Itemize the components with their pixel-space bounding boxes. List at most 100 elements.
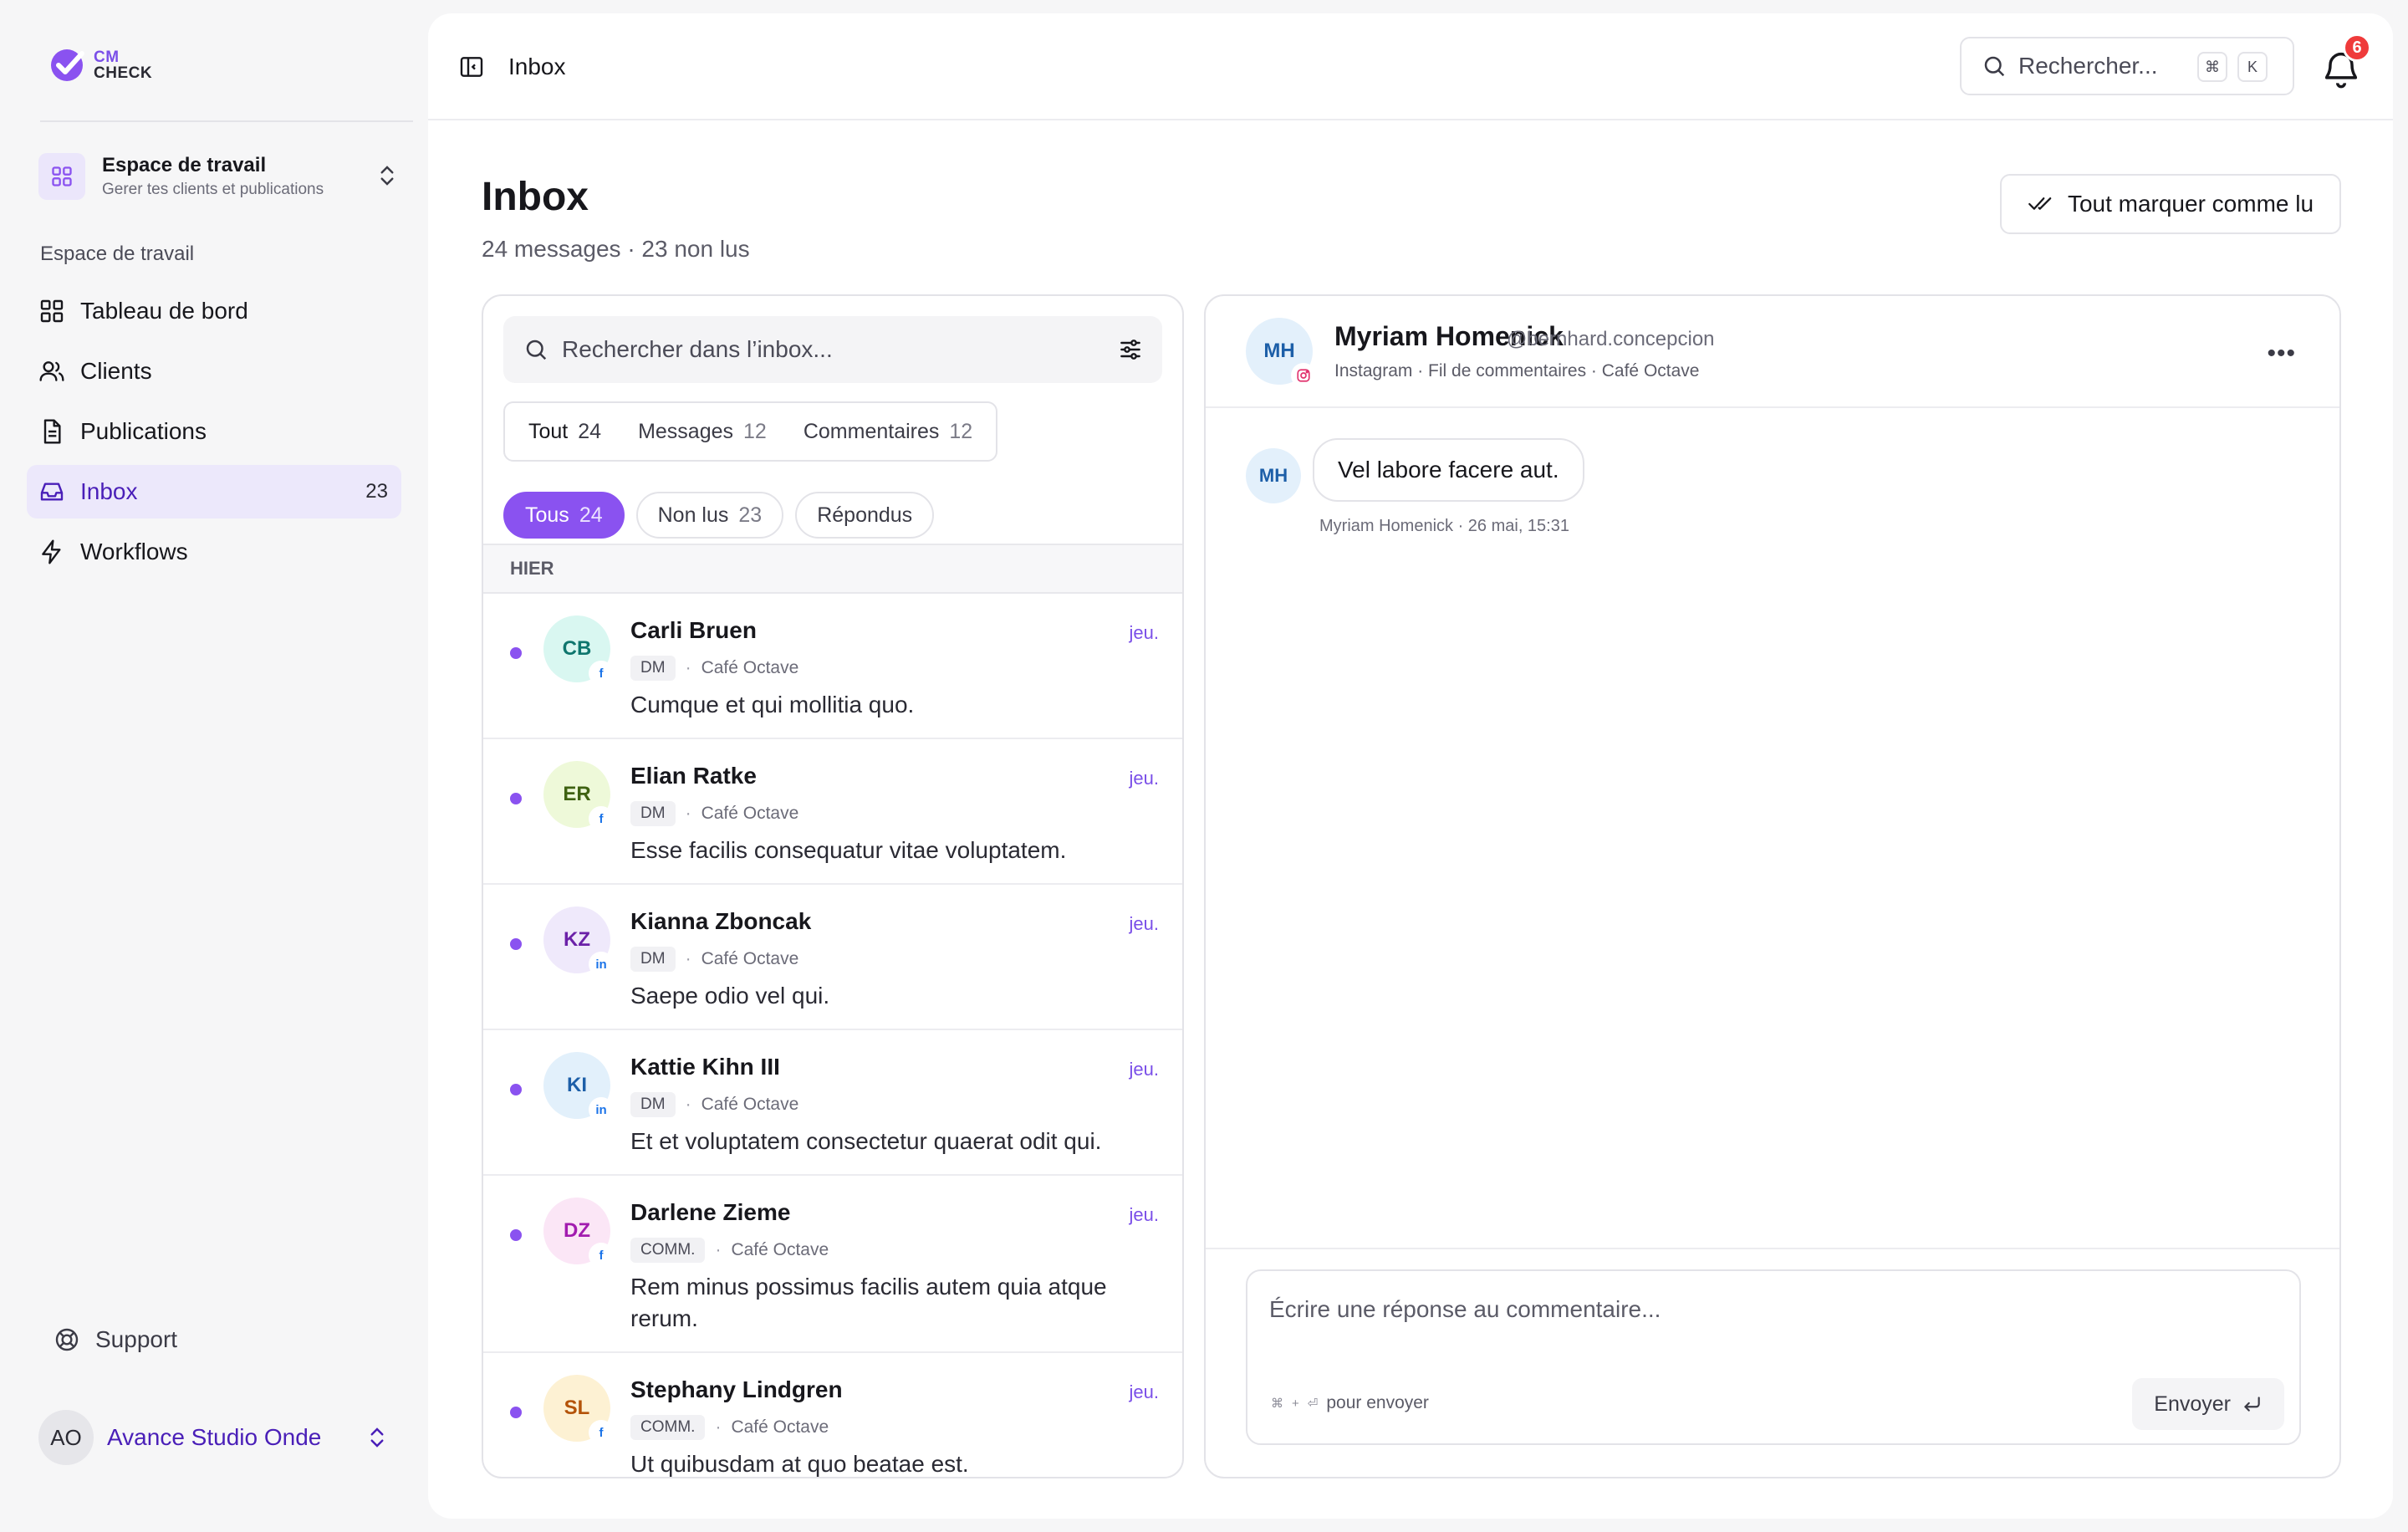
send-label: Envoyer (2154, 1392, 2231, 1416)
list-item[interactable]: KI in Kattie Kihn III jeu. DM · Café Octav… (483, 1030, 1182, 1176)
avatar: DZ f (543, 1198, 614, 1268)
filter-label: Non lus (657, 503, 729, 527)
double-check-icon (2028, 197, 2052, 210)
kbd-k: K (2237, 52, 2268, 82)
list-item[interactable]: CB f Carli Bruen jeu. DM · Café Octave Cum… (483, 594, 1182, 739)
filter-all[interactable]: Tous 24 (503, 492, 625, 539)
sidebar-item-dashboard[interactable]: Tableau de bord (27, 284, 401, 338)
grid-icon (40, 299, 64, 323)
message-time: jeu. (1129, 913, 1159, 934)
conversation-header: MH Myriam Homenick @bernhard.concepcion … (1206, 296, 2339, 408)
message-time: jeu. (1129, 1204, 1159, 1225)
facebook-icon: f (589, 1243, 614, 1268)
support-link[interactable]: Support (54, 1326, 177, 1353)
sidebar-item-clients[interactable]: Clients (27, 345, 401, 398)
shortcut-label: pour envoyer (1326, 1393, 1429, 1412)
support-label: Support (95, 1326, 178, 1352)
linkedin-icon: in (589, 1097, 614, 1122)
bolt-icon (42, 539, 61, 564)
client-name: Café Octave (701, 804, 799, 823)
message-time: jeu. (1129, 1059, 1159, 1080)
facebook-icon: f (589, 661, 614, 686)
global-search-placeholder: Rechercher... (2018, 53, 2158, 79)
mark-all-read-button[interactable]: Tout marquer comme lu (2000, 174, 2341, 234)
tab-count: 12 (949, 419, 973, 443)
logo[interactable]: CM CHECK (48, 45, 152, 85)
avatar-initials: KI (567, 1074, 587, 1096)
list-item[interactable]: DZ f Darlene Zieme jeu. COMM. · Café Octav… (483, 1176, 1182, 1353)
topbar-title: Inbox (508, 54, 566, 79)
tab-label: Tout (528, 419, 569, 443)
sidebar: CM CHECK Espace de travail Gerer tes cli… (0, 0, 426, 1532)
sidebar-item-inbox[interactable]: Inbox 23 (27, 465, 401, 518)
unread-dot (510, 1229, 522, 1241)
instagram-icon (1291, 363, 1316, 388)
logo-text: CM CHECK (94, 49, 152, 81)
tab-count: 24 (578, 419, 602, 443)
message-meta: Myriam Homenick · 26 mai, 15:31 (1319, 517, 1569, 535)
client-name: Café Octave (731, 1417, 829, 1437)
filter-sliders-icon[interactable] (1117, 336, 1144, 363)
chevron-up-down-icon (380, 166, 394, 186)
sidebar-item-label: Inbox (80, 478, 138, 504)
sidebar-item-label: Clients (80, 358, 152, 384)
list-item[interactable]: ER f Elian Ratke jeu. DM · Café Octave Ess… (483, 739, 1182, 885)
reply-textarea[interactable]: Écrire une réponse au commentaire... ⌘ +… (1246, 1269, 2301, 1445)
workspace-subtitle: Gerer tes clients et publications (102, 181, 324, 198)
global-search-input[interactable]: Rechercher... ⌘ K (1960, 37, 2294, 95)
avatar: CB f (543, 615, 614, 686)
client-name: Café Octave (701, 1095, 799, 1114)
tab-all[interactable]: Tout 24 (510, 408, 620, 455)
list-item[interactable]: KZ in Kianna Zboncak jeu. DM · Café Octave… (483, 885, 1182, 1030)
message-list-panel: Rechercher dans l’inbox... Tout 24 Messag… (482, 294, 1184, 1478)
filter-unread[interactable]: Non lus 23 (635, 492, 784, 539)
client-name: Café Octave (731, 1240, 829, 1259)
message-time: jeu. (1129, 1381, 1159, 1402)
tab-count: 12 (743, 419, 767, 443)
sidebar-toggle-icon[interactable] (458, 54, 485, 80)
avatar: KZ in (543, 906, 614, 977)
avatar-initials: CB (562, 637, 592, 660)
sender-name: Carli Bruen (630, 617, 757, 643)
sender-name: Kattie Kihn III (630, 1054, 780, 1080)
sidebar-item-label: Workflows (80, 539, 188, 564)
inbox-icon (40, 483, 64, 501)
message-preview: Cumque et qui mollitia quo. (630, 692, 915, 717)
main-panel: Inbox Rechercher... ⌘ K 6 Inbox 24 messa… (428, 13, 2393, 1519)
account-switcher[interactable]: AO Avance Studio Onde (38, 1410, 390, 1465)
page-title: Inbox (482, 175, 589, 219)
kbd-cmd: ⌘ (2197, 52, 2227, 82)
unread-dot (510, 647, 522, 659)
meta-separator: · (685, 949, 691, 968)
nav-section-label: Espace de travail (40, 243, 195, 265)
list-item[interactable]: SL f Stephany Lindgren jeu. COMM. · Café O… (483, 1353, 1182, 1477)
tab-messages[interactable]: Messages 12 (620, 408, 785, 455)
reply-placeholder: Écrire une réponse au commentaire... (1269, 1296, 1661, 1322)
avatar: KI in (543, 1052, 614, 1122)
sender-name: Elian Ratke (630, 763, 757, 789)
more-options-icon[interactable]: ••• (2267, 340, 2296, 368)
send-button[interactable]: Envoyer (2132, 1378, 2284, 1430)
unread-dot (510, 1084, 522, 1095)
avatar-initials: SL (564, 1397, 590, 1419)
search-icon (526, 340, 547, 360)
inbox-search-input[interactable]: Rechercher dans l’inbox... (503, 316, 1162, 383)
page-subtitle: 24 messages · 23 non lus (482, 236, 750, 262)
unread-dot (510, 793, 522, 804)
message-preview: Saepe odio vel qui. (630, 983, 830, 1009)
message-type-tabs: Tout 24 Messages 12 Commentaires 12 (503, 401, 998, 462)
sender-name: Stephany Lindgren (630, 1376, 843, 1402)
tab-comments[interactable]: Commentaires 12 (785, 408, 991, 455)
topbar: Inbox Rechercher... ⌘ K 6 (428, 13, 2393, 120)
sidebar-item-publications[interactable]: Publications (27, 405, 401, 458)
enter-arrow-icon (2244, 1397, 2260, 1412)
sidebar-item-workflows[interactable]: Workflows (27, 525, 401, 579)
workspace-switcher[interactable]: Espace de travail Gerer tes clients et p… (38, 147, 400, 206)
logo-line-1: CM (94, 49, 120, 66)
conversation-panel: MH Myriam Homenick @bernhard.concepcion … (1204, 294, 2341, 1478)
users-icon (39, 361, 64, 381)
send-shortcut-hint: ⌘ + ⏎ pour envoyer (1271, 1393, 1429, 1413)
filter-replied[interactable]: Répondus (795, 492, 935, 539)
sender-name: Kianna Zboncak (630, 908, 812, 934)
message-preview: Esse facilis consequatur vitae voluptate… (630, 837, 1067, 863)
